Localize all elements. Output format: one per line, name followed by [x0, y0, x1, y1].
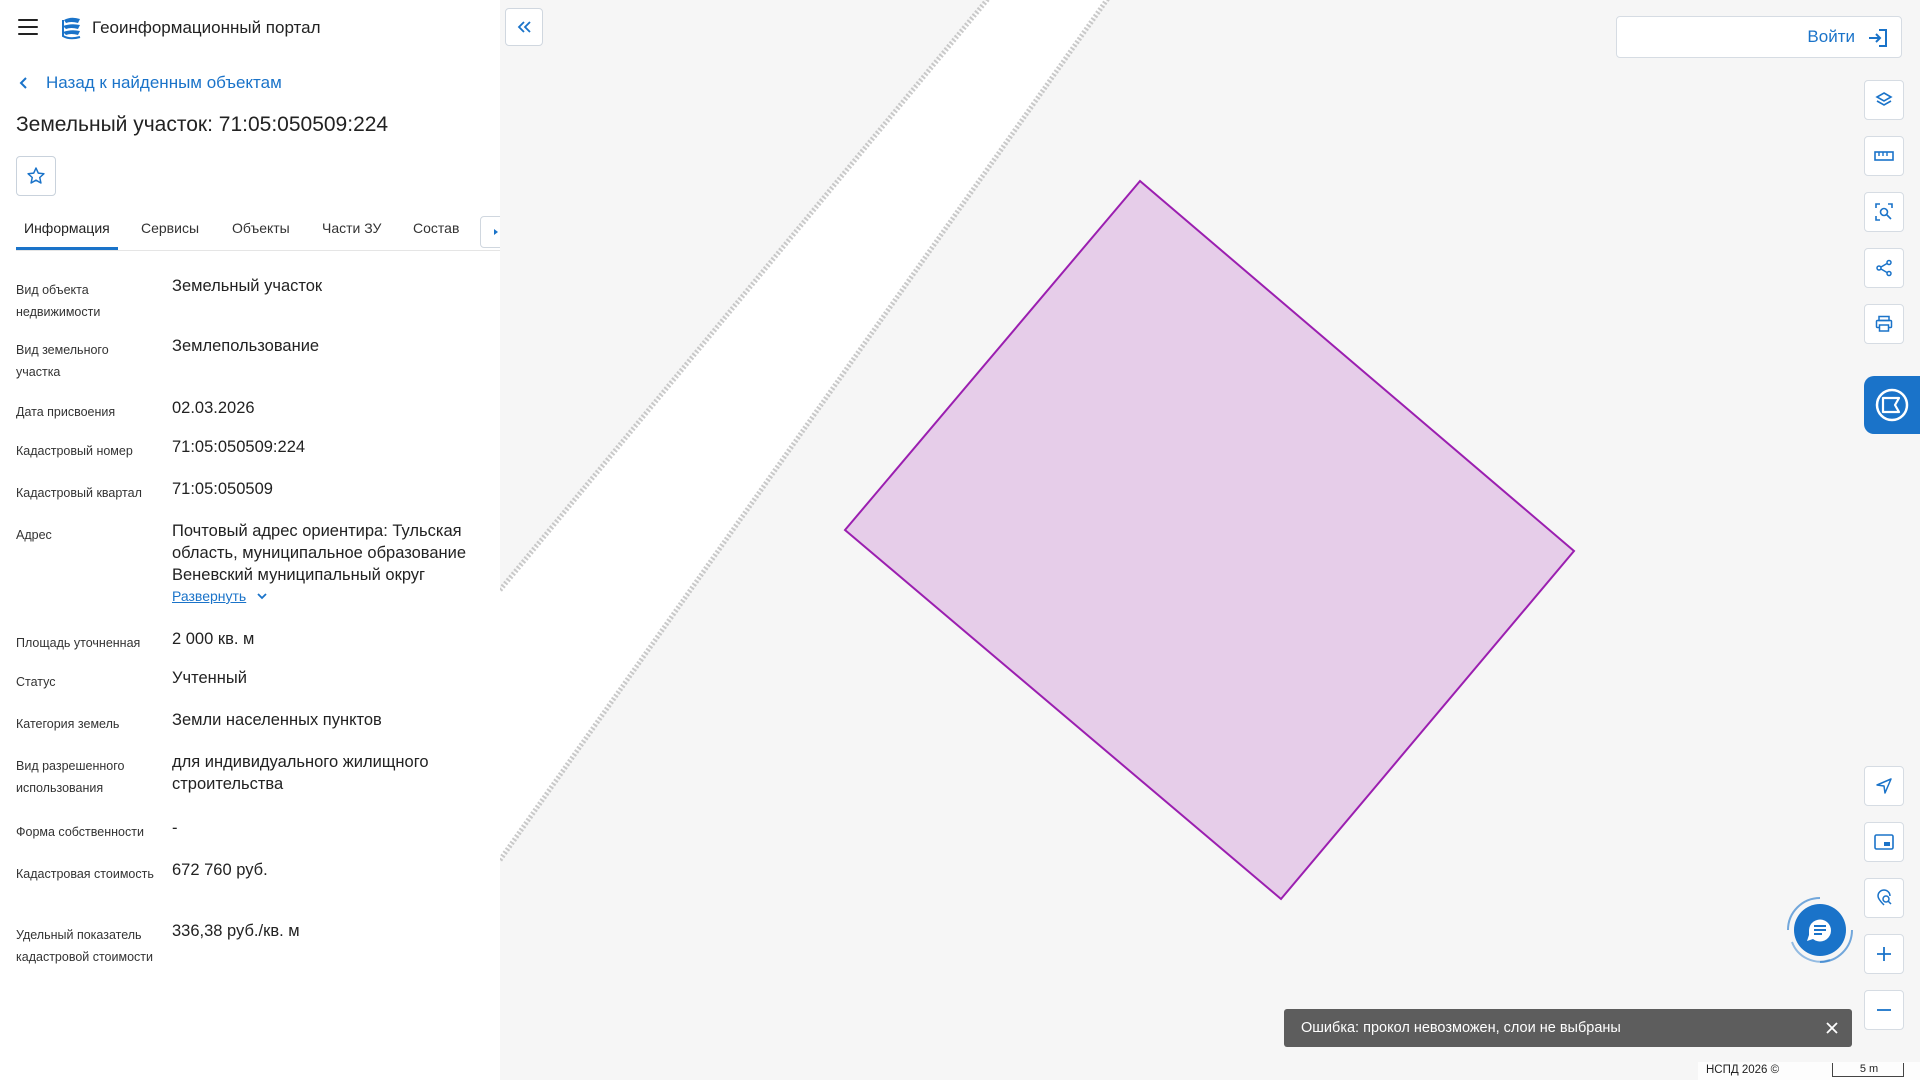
tab-info[interactable]: Информация [24, 220, 110, 236]
service-logo-icon [1875, 388, 1909, 422]
login-button[interactable]: Войти [1616, 16, 1902, 58]
ruler-icon [1874, 151, 1894, 161]
active-tab-indicator [16, 247, 118, 250]
info-label: Форма собственности [16, 825, 144, 839]
info-label: Категория земель [16, 717, 120, 731]
info-label: Кадастровый квартал [16, 486, 142, 500]
tab-bar: Информация Сервисы Объекты Части ЗУ Сост… [16, 216, 512, 251]
navigate-icon [1876, 778, 1892, 794]
location-search-icon [1877, 889, 1892, 906]
info-label: Кадастровый номер [16, 444, 133, 458]
info-value: Земли населенных пунктов [172, 711, 382, 729]
info-value: 71:05:050509 [172, 480, 273, 498]
top-bar: Геоинформационный портал [0, 0, 500, 56]
tab-services[interactable]: Сервисы [141, 220, 199, 236]
chat-button[interactable] [1780, 890, 1860, 970]
info-value: Земельный участок [172, 277, 323, 295]
logo-icon [62, 17, 81, 40]
scale-bar: 5 m [1832, 1063, 1904, 1077]
info-label: Статус [16, 675, 56, 689]
info-label: Кадастровая стоимость [16, 867, 154, 881]
collapse-panel-button[interactable] [505, 8, 543, 46]
minimap-button[interactable] [1864, 822, 1904, 862]
print-button[interactable] [1864, 304, 1904, 344]
info-value: 71:05:050509:224 [172, 438, 306, 456]
back-link-label: Назад к найденным объектам [46, 73, 282, 92]
zoom-in-icon [1877, 947, 1891, 961]
map-canvas[interactable] [500, 0, 1920, 1080]
info-label: Вид разрешенного использования [16, 759, 125, 795]
info-label: Вид объекта недвижимости [16, 283, 101, 319]
area-search-button[interactable] [1864, 192, 1904, 232]
location-search-button[interactable] [1864, 878, 1904, 918]
layers-button[interactable] [1864, 80, 1904, 120]
info-label: Вид земельного участка [16, 343, 109, 379]
zoom-out-button[interactable] [1864, 990, 1904, 1030]
info-value: - [172, 819, 178, 837]
tab-composition[interactable]: Состав [413, 220, 459, 236]
error-toast: Ошибка: прокол невозможен, слои не выбра… [1284, 1009, 1852, 1047]
favorite-button[interactable] [16, 156, 56, 196]
zoom-in-button[interactable] [1864, 934, 1904, 974]
chevron-down-icon [257, 593, 267, 600]
layers-icon [1875, 92, 1893, 106]
ruler-button[interactable] [1864, 136, 1904, 176]
info-panel: Геоинформационный портал Назад к найденн… [0, 0, 512, 1080]
app-title: Геоинформационный портал [92, 18, 321, 37]
chevron-left-icon [19, 77, 27, 89]
expand-address-link[interactable]: Развернуть [172, 588, 268, 604]
attribution: НСПД 2026 © [1706, 1064, 1780, 1076]
info-label: Удельный показатель кадастровой стоимост… [16, 928, 153, 964]
share-icon [1876, 259, 1892, 277]
info-value: для индивидуального жилищного строительс… [172, 753, 429, 793]
info-value: Землепользование [172, 337, 320, 355]
info-value: 672 760 руб. [172, 861, 268, 879]
minimap-icon [1874, 834, 1894, 850]
info-value: 336,38 руб./кв. м [172, 922, 300, 940]
tab-objects[interactable]: Объекты [232, 220, 290, 236]
scale-label: 5 m [1859, 1063, 1879, 1075]
info-value: 2 000 кв. м [172, 630, 255, 648]
navigate-button[interactable] [1864, 766, 1904, 806]
side-service-tab[interactable] [1864, 376, 1920, 434]
double-chevron-left-icon [517, 21, 531, 33]
menu-icon[interactable] [18, 19, 38, 35]
info-value: 02.03.2026 [172, 399, 255, 417]
expand-label: Развернуть [172, 588, 247, 604]
zoom-out-icon [1877, 1009, 1891, 1011]
map-footer: НСПД 2026 © 5 m [1698, 1062, 1920, 1080]
close-icon[interactable] [1824, 1020, 1840, 1036]
login-icon [1869, 29, 1887, 47]
area-search-icon [1875, 203, 1893, 221]
info-value: Учтенный [172, 669, 247, 687]
info-label: Площадь уточненная [16, 636, 141, 650]
star-icon [27, 167, 45, 184]
land-parcel[interactable] [843, 179, 1576, 901]
chat-icon [1787, 897, 1853, 963]
toast-text: Ошибка: прокол невозможен, слои не выбра… [1301, 1020, 1621, 1036]
info-label: Дата присвоения [16, 405, 116, 419]
share-button[interactable] [1864, 248, 1904, 288]
info-label: Адрес [16, 528, 52, 542]
map-layer [500, 0, 1576, 901]
back-to-results-link[interactable]: Назад к найденным объектам [18, 73, 282, 93]
address-value: Почтовый адрес ориентира: Тульская облас… [172, 522, 467, 584]
tab-parts[interactable]: Части ЗУ [322, 220, 381, 236]
print-icon [1875, 315, 1893, 332]
page-title: Земельный участок: 71:05:050509:224 [16, 113, 389, 136]
login-label: Войти [1807, 27, 1855, 46]
